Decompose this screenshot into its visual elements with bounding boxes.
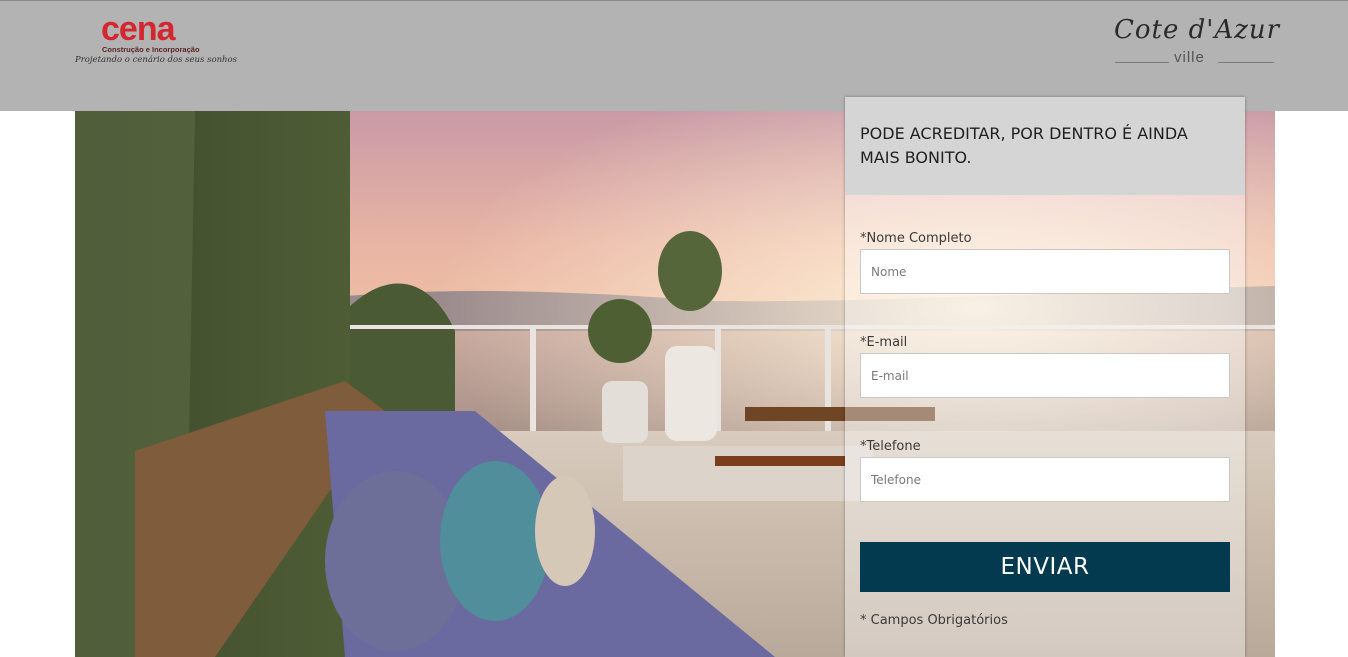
brand-divider-right <box>1218 62 1274 63</box>
form-title: PODE ACREDITAR, POR DENTRO É AINDA MAIS … <box>860 124 1188 167</box>
cote-dazur-logo[interactable]: Cote d'Azur ville <box>1112 15 1281 71</box>
contact-form-panel: PODE ACREDITAR, POR DENTRO É AINDA MAIS … <box>845 97 1245 657</box>
phone-field[interactable] <box>860 457 1230 502</box>
name-label: *Nome Completo <box>860 231 972 246</box>
phone-label: *Telefone <box>860 439 921 454</box>
email-field[interactable] <box>860 353 1230 398</box>
logo-subtitle: Construção e Incorporação <box>102 45 200 54</box>
brand-divider-left <box>1115 62 1169 63</box>
brand-ville-text: ville <box>1174 49 1205 66</box>
name-field[interactable] <box>860 249 1230 294</box>
logo-tagline: Projetando o cenário dos seus sonhos <box>75 55 237 65</box>
submit-button[interactable]: ENVIAR <box>860 542 1230 592</box>
logo-wordmark: cena <box>101 10 175 48</box>
form-header: PODE ACREDITAR, POR DENTRO É AINDA MAIS … <box>845 97 1245 195</box>
email-label: *E-mail <box>860 335 908 350</box>
required-fields-note: * Campos Obrigatórios <box>860 613 1008 628</box>
brand-script-text: Cote d'Azur <box>1114 15 1281 45</box>
site-header: cena Construção e Incorporação Projetand… <box>0 0 1348 111</box>
cena-logo[interactable]: cena Construção e Incorporação Projetand… <box>75 10 240 69</box>
